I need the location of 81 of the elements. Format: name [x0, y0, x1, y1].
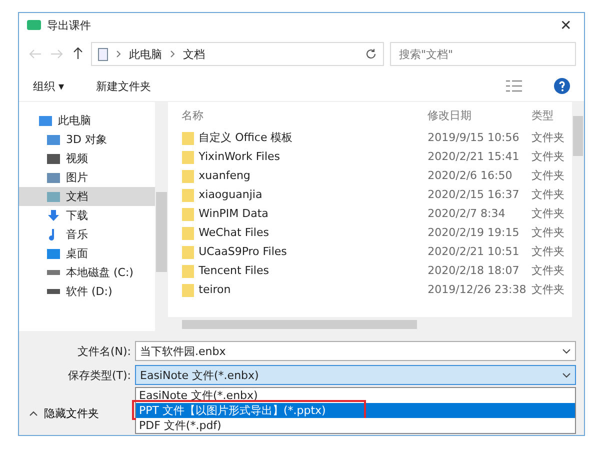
field-label: 保存类型(T):: [66, 368, 131, 382]
window-title: 导出课件: [47, 18, 92, 32]
app-icon: [27, 20, 41, 30]
folder-icon: [182, 282, 194, 296]
column-header[interactable]: 修改日期: [428, 108, 532, 122]
chevron-icon: [116, 50, 121, 58]
new-folder-button[interactable]: 新建文件夹: [96, 78, 152, 94]
up-arrow-icon: [73, 47, 83, 59]
drive-icon: [47, 289, 60, 294]
field-label: 文件名(N):: [76, 344, 131, 358]
file-name-cell[interactable]: UCaaS9Pro Files: [182, 244, 428, 258]
sidebar-item[interactable]: 本地磁盘 (C:): [19, 263, 156, 282]
close-button[interactable]: ✕: [556, 17, 576, 33]
sidebar-item[interactable]: 软件 (D:): [19, 282, 156, 301]
forward-arrow-icon: [51, 49, 63, 59]
date-cell-text: 2020/2/7 8:34: [428, 207, 506, 220]
file-name-field[interactable]: 当下软件园.enbx: [135, 341, 576, 361]
folder-icon: [182, 226, 194, 240]
refresh-icon[interactable]: [365, 48, 377, 60]
folder-icon: [182, 264, 194, 278]
file-name-cell[interactable]: 自定义 Office 模板: [182, 130, 428, 145]
file-name-cell[interactable]: WeChat Files: [182, 226, 428, 240]
type-cell-text: 文件夹: [532, 282, 566, 297]
caret-icon: [562, 372, 571, 378]
download-icon: [47, 210, 60, 222]
scrollbar-thumb[interactable]: [182, 320, 417, 328]
type-cell-text: 文件夹: [532, 187, 566, 202]
date-cell-text: 2020/2/21 10:51: [428, 245, 520, 258]
column-header[interactable]: 名称: [182, 108, 428, 122]
sidebar-item[interactable]: 下载: [19, 206, 156, 225]
up-button[interactable]: [71, 46, 85, 62]
search-field[interactable]: 搜索"文档": [390, 42, 576, 66]
folder-icon: [182, 206, 194, 220]
caret-icon: [29, 411, 38, 416]
date-cell-text: 2020/2/6 16:50: [428, 169, 514, 182]
sidebar-item[interactable]: 视频: [19, 149, 156, 168]
type-cell-text: 文件夹: [532, 206, 566, 221]
hide-folders-button[interactable]: 隐藏文件夹: [29, 406, 99, 421]
address-bar[interactable]: 此电脑 文档: [91, 42, 384, 66]
folder-icon: [182, 150, 194, 164]
folder-icon: [182, 130, 194, 144]
date-cell-text: 2019/12/26 23:38: [428, 283, 528, 296]
organize-menu[interactable]: 组织 ▾: [33, 78, 64, 94]
help-icon[interactable]: [554, 78, 570, 94]
breadcrumb[interactable]: 文档: [183, 46, 205, 62]
scrollbar-thumb[interactable]: [572, 116, 584, 156]
caret-icon: [562, 348, 571, 354]
date-cell-text: 2020/2/18 18:07: [428, 264, 520, 277]
file-name-cell[interactable]: teiron: [182, 282, 428, 296]
sidebar-item[interactable]: 桌面: [19, 244, 156, 263]
sidebar-item[interactable]: 文档: [19, 187, 156, 206]
type-cell-text: 文件夹: [532, 263, 566, 278]
chevron-icon: [170, 50, 175, 58]
type-cell-text: 文件夹: [532, 130, 566, 145]
sidebar-item[interactable]: 此电脑: [19, 111, 156, 130]
file-name-cell[interactable]: WinPIM Data: [182, 206, 428, 220]
sidebar-item[interactable]: 3D 对象: [19, 130, 156, 149]
breadcrumb[interactable]: 此电脑: [129, 46, 162, 62]
file-name-cell[interactable]: Tencent Files: [182, 264, 428, 278]
sidebar-item[interactable]: 音乐: [19, 225, 156, 244]
date-cell-text: 2020/2/19 19:15: [428, 226, 520, 239]
scrollbar-thumb[interactable]: [156, 192, 167, 272]
file-name-cell[interactable]: YixinWork Files: [182, 150, 428, 164]
date-cell-text: 2020/2/15 16:37: [428, 188, 520, 201]
folder-icon: [182, 168, 194, 182]
type-cell-text: 文件夹: [532, 149, 566, 164]
file-name-cell[interactable]: xiaoguanjia: [182, 188, 428, 202]
folder-icon: [182, 244, 194, 258]
file-name-cell[interactable]: xuanfeng: [182, 168, 428, 182]
column-header[interactable]: 类型: [532, 108, 572, 122]
sidebar-item[interactable]: 图片: [19, 168, 156, 187]
type-cell-text: 文件夹: [532, 244, 566, 259]
save-type-select[interactable]: EasiNote 文件(*.enbx): [135, 365, 576, 385]
date-cell-text: 2019/9/15 10:56: [428, 131, 520, 144]
drive-icon: [47, 270, 60, 275]
folder-icon: [182, 188, 194, 202]
back-arrow-icon: [29, 49, 41, 59]
type-cell-text: 文件夹: [532, 225, 566, 240]
type-cell-text: 文件夹: [532, 168, 566, 183]
view-options-icon[interactable]: [506, 80, 522, 92]
date-cell-text: 2020/2/21 15:41: [428, 150, 520, 163]
